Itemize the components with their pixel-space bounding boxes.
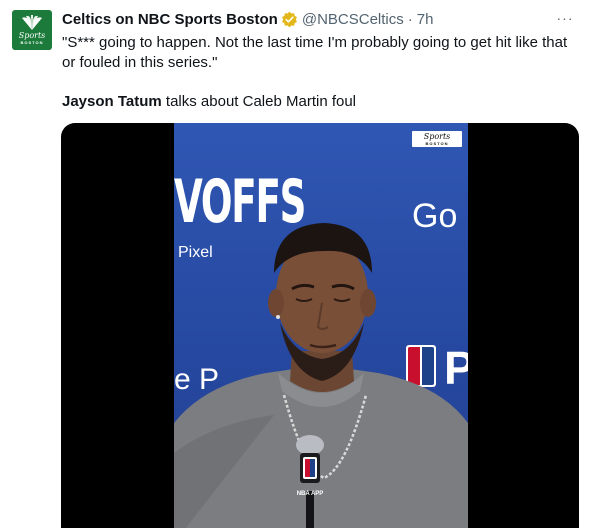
separator-dot: ·	[407, 10, 413, 28]
handle[interactable]: @NBCSCeltics	[302, 11, 404, 28]
microphone-icon	[296, 435, 324, 528]
avatar[interactable]: Sports BOSTON	[12, 10, 52, 50]
caption-rest: talks about Caleb Martin foul	[161, 93, 357, 110]
video-frame: VOFFS Pixel Go e P P NBA APP Sports BOST…	[174, 123, 468, 528]
display-name[interactable]: Celtics on NBC Sports Boston	[62, 11, 278, 28]
nbc-sports-boston-watermark: Sports BOSTON	[412, 131, 462, 147]
mic-flag-label: NBA APP	[296, 491, 324, 497]
tweet-card[interactable]: Sports BOSTON Celtics on NBC Sports Bost…	[0, 0, 589, 528]
watermark-city: BOSTON	[425, 140, 449, 146]
watermark-brand: Sports	[423, 131, 451, 141]
verified-badge-icon[interactable]	[281, 11, 298, 28]
peacock-logo-icon	[22, 15, 42, 30]
tweet-text: "S*** going to happen. Not the last time…	[62, 34, 568, 71]
tweet-caption: Jayson Tatum talks about Caleb Martin fo…	[62, 92, 356, 112]
video-player[interactable]: VOFFS Pixel Go e P P NBA APP Sports BOST…	[61, 123, 579, 528]
speaker-name: Jayson Tatum	[62, 93, 162, 110]
tweet-header: Celtics on NBC Sports Boston @NBCSCeltic…	[62, 9, 433, 29]
more-options-icon: ···	[556, 10, 574, 26]
avatar-brand-text: Sports	[18, 31, 46, 40]
timestamp[interactable]: 7h	[417, 11, 434, 28]
more-options-button[interactable]: ···	[555, 8, 575, 28]
avatar-city-text: BOSTON	[20, 40, 44, 45]
